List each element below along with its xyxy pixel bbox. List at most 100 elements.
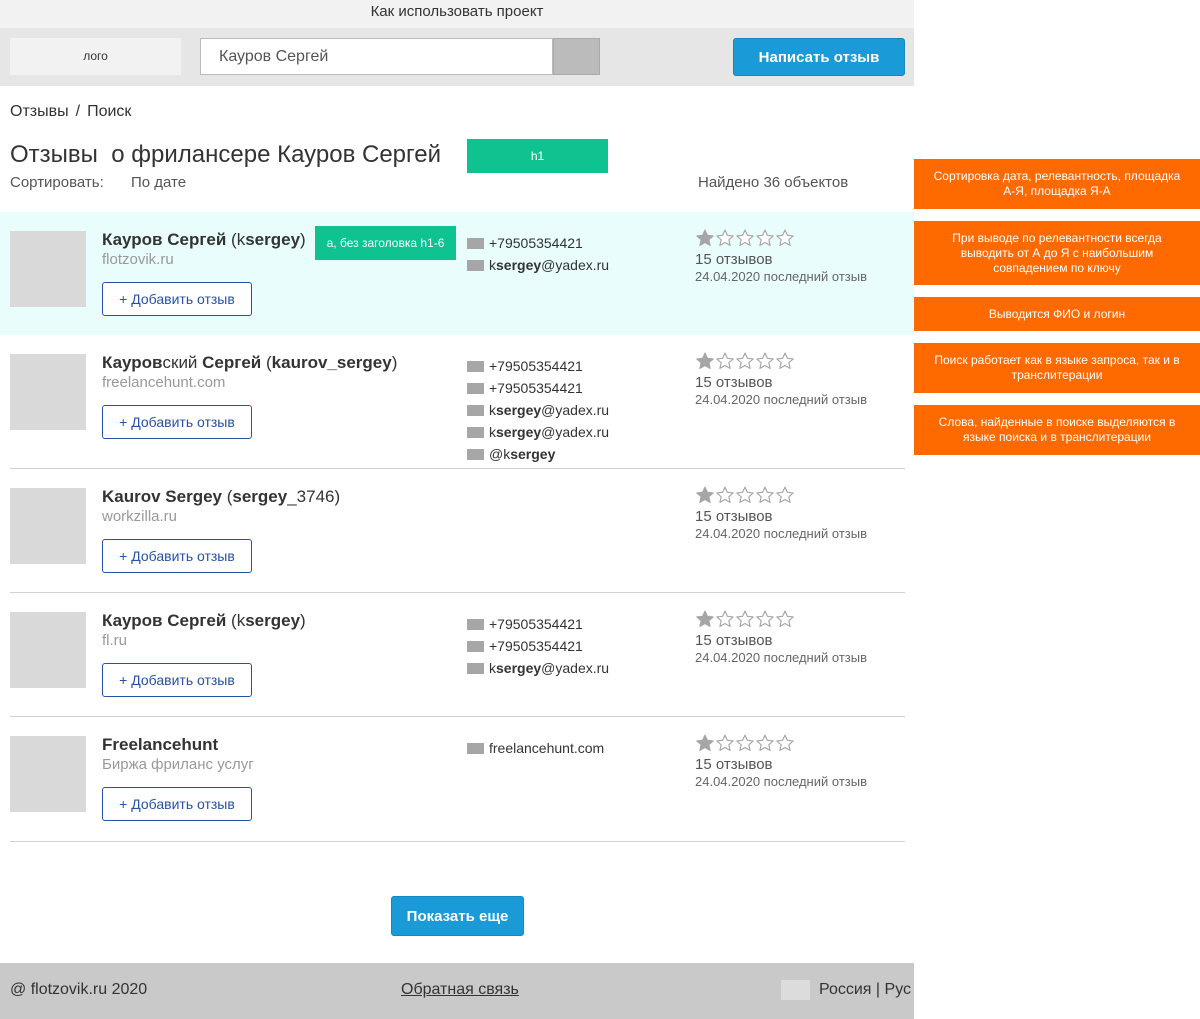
last-review-date: 24.04.2020 последний отзыв [695,269,867,284]
text-part: @yadex.ru [541,257,610,273]
review-count[interactable]: 15 отзывов [695,756,867,773]
link-annotation-tag: a, без заголовка h1-6 [315,226,456,260]
contact-text: +79505354421 [489,358,583,374]
result-rating: 15 отзывов 24.04.2020 последний отзыв [695,609,867,665]
star-empty-icon [776,486,794,503]
review-count[interactable]: 15 отзывов [695,251,867,268]
text-part: sergey [496,257,542,273]
text-part: +79505354421 [489,235,583,251]
search-button[interactable] [553,38,600,75]
result-card: Кауров Сергей (ksergey) fl.ru + Добавить о… [0,593,905,717]
star-empty-icon [736,352,754,369]
result-site: Биржа фриланс услуг [102,756,254,773]
h1-annotation-tag: h1 [467,139,608,173]
result-card: Freelancehunt Биржа фриланс услуг + Добави… [0,717,905,842]
contact-text: +79505354421 [489,380,583,396]
contact-icon [467,404,484,416]
text-part: k [489,257,496,273]
last-review-date: 24.04.2020 последний отзыв [695,526,867,541]
contact-icon [467,662,484,674]
search-input[interactable] [200,38,553,75]
star-empty-icon [716,352,734,369]
breadcrumb-reviews[interactable]: Отзывы [10,103,69,120]
last-review-date: 24.04.2020 последний отзыв [695,392,867,407]
text-part: freelancehunt.com [489,740,605,756]
review-count[interactable]: 15 отзывов [695,374,867,391]
result-contacts: freelancehunt.com [467,737,604,759]
text-part: _3746) [287,487,341,506]
language-selector[interactable]: Россия | Рус [819,981,911,999]
contact-icon [467,382,484,394]
contact-item: +79505354421 [467,635,609,657]
text-part: sergey [496,424,542,440]
contact-item: ksergey@yadex.ru [467,254,609,276]
result-name[interactable]: Кауровский Сергей (kaurov_sergey) [102,353,397,373]
contact-text: @ksergey [489,446,555,462]
result-thumbnail[interactable] [10,612,86,688]
side-note: Слова, найденные в поиске выделяются в я… [914,405,1200,455]
write-review-button[interactable]: Написать отзыв [733,38,905,76]
text-part: kaurov_sergey [271,353,392,372]
copyright: @ flotzovik.ru 2020 [10,981,148,998]
text-part: sergey [496,402,542,418]
text-part: sergey [510,446,556,462]
contact-text: freelancehunt.com [489,740,604,756]
result-rating: 15 отзывов 24.04.2020 последний отзыв [695,228,867,284]
result-rating: 15 отзывов 24.04.2020 последний отзыв [695,351,867,407]
result-card: Кауровский Сергей (kaurov_sergey) freelan… [0,335,905,469]
result-name[interactable]: Freelancehunt [102,735,218,755]
feedback-link[interactable]: Обратная связь [401,981,519,999]
text-part: @k [489,446,511,462]
result-contacts: +79505354421 +79505354421 ksergey@yadex.ru… [467,355,609,465]
result-name[interactable]: Kaurov Sergey (sergey_3746) [102,487,340,507]
text-part: +79505354421 [489,638,583,654]
text-part: sergey [245,611,301,630]
result-name[interactable]: Кауров Сергей (ksergey) [102,611,306,631]
star-filled-icon [696,229,714,246]
add-review-button[interactable]: + Добавить отзыв [102,539,252,573]
review-count[interactable]: 15 отзывов [695,632,867,649]
result-thumbnail[interactable] [10,354,86,430]
result-card: Кауров Сергей (ksergey) flotzovik.ru + Доб… [0,212,914,335]
text-part: sergey [245,230,301,249]
result-thumbnail[interactable] [10,231,86,307]
header: лого Написать отзыв [0,28,914,86]
flag-icon[interactable] [781,980,810,1000]
contact-text: ksergey@yadex.ru [489,424,609,440]
how-to-use-bar: Как использовать проект [0,0,914,28]
text-part: k [489,660,496,676]
review-count[interactable]: 15 отзывов [695,508,867,525]
contact-icon [467,426,484,438]
result-name[interactable]: Кауров Сергей (ksergey) [102,230,306,250]
result-thumbnail[interactable] [10,488,86,564]
contact-item: +79505354421 [467,355,609,377]
result-rating: 15 отзывов 24.04.2020 последний отзыв [695,485,867,541]
text-part: +79505354421 [489,616,583,632]
result-thumbnail[interactable] [10,736,86,812]
star-empty-icon [736,734,754,751]
last-review-date: 24.04.2020 последний отзыв [695,650,867,665]
row-divider [10,841,905,842]
logo[interactable]: лого [10,38,181,75]
text-part: sergey [496,660,542,676]
contact-icon [467,259,484,271]
how-to-use-link[interactable]: Как использовать проект [371,3,544,20]
add-review-button[interactable]: + Добавить отзыв [102,282,252,316]
add-review-button[interactable]: + Добавить отзыв [102,787,252,821]
star-empty-icon [756,352,774,369]
contact-text: ksergey@yadex.ru [489,257,609,273]
side-note: Поиск работает как в языке запроса, так … [914,343,1200,393]
star-rating [695,228,867,250]
add-review-button[interactable]: + Добавить отзыв [102,663,252,697]
show-more-button[interactable]: Показать еще [391,896,524,936]
contact-item: freelancehunt.com [467,737,604,759]
text-part: @yadex.ru [541,402,610,418]
sort-label: Сортировать: [10,174,104,191]
text-part: k [489,424,496,440]
add-review-button[interactable]: + Добавить отзыв [102,405,252,439]
star-filled-icon [696,486,714,503]
contact-text: ksergey@yadex.ru [489,660,609,676]
result-site: workzilla.ru [102,508,178,525]
text-part: ( [222,487,233,506]
sort-dropdown[interactable]: По дате [131,174,186,191]
